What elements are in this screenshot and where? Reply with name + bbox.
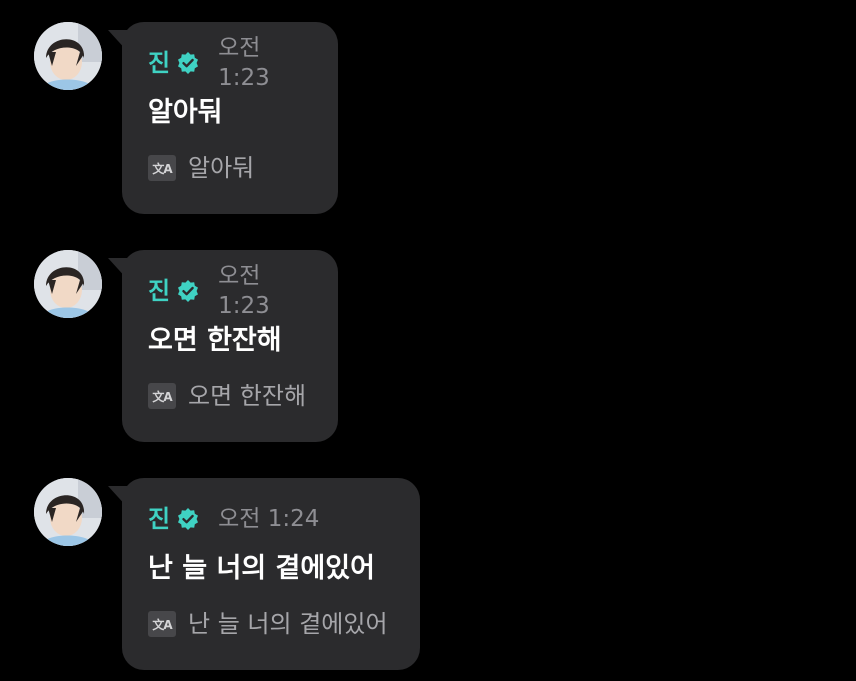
message-bubble[interactable]: 진 오전 1:23 오면 한잔해 文A 오면 한잔해 [108, 250, 338, 442]
message-time: 오전 1:23 [218, 35, 270, 91]
translation-row[interactable]: 文A 오면 한잔해 [148, 380, 312, 412]
message-text: 알아둬 [148, 97, 223, 128]
translation-row[interactable]: 文A 알아둬 [148, 152, 312, 184]
translated-text: 난 늘 너의 곁에있어 [188, 610, 388, 638]
sender-name[interactable]: 진 [148, 48, 170, 78]
translate-icon: 文A [148, 155, 176, 181]
bubble-tail [108, 486, 128, 508]
message-text: 난 늘 너의 곁에있어 [148, 553, 375, 584]
message-bubble[interactable]: 진 오전 1:24 난 늘 너의 곁에있어 文A 난 늘 너의 곁에있어 [108, 478, 420, 670]
message-bubble[interactable]: 진 오전 1:23 알아둬 文A 알아둬 [108, 22, 338, 214]
translated-text: 알아둬 [188, 154, 255, 182]
avatar[interactable] [34, 478, 102, 546]
message-time: 오전 1:23 [218, 263, 270, 319]
avatar[interactable] [34, 22, 102, 90]
message-header: 진 오전 1:23 [148, 263, 312, 319]
message-text: 오면 한잔해 [148, 325, 282, 356]
bubble-tail [108, 258, 128, 280]
translation-row[interactable]: 文A 난 늘 너의 곁에있어 [148, 608, 394, 640]
bubble-tail [108, 30, 128, 52]
translate-icon: 文A [148, 611, 176, 637]
message-header: 진 오전 1:24 [148, 504, 394, 534]
verified-badge-icon [176, 279, 200, 303]
message-time: 오전 1:24 [218, 506, 320, 532]
translated-text: 오면 한잔해 [188, 382, 307, 410]
verified-badge-icon [176, 507, 200, 531]
message-header: 진 오전 1:23 [148, 35, 312, 91]
sender-name[interactable]: 진 [148, 276, 170, 306]
avatar[interactable] [34, 250, 102, 318]
verified-badge-icon [176, 51, 200, 75]
sender-name[interactable]: 진 [148, 504, 170, 534]
translate-icon: 文A [148, 383, 176, 409]
chat-thread: 진 오전 1:23 알아둬 文A 알아둬 진 오전 1:23 오면 한잔해 文A… [0, 0, 856, 681]
